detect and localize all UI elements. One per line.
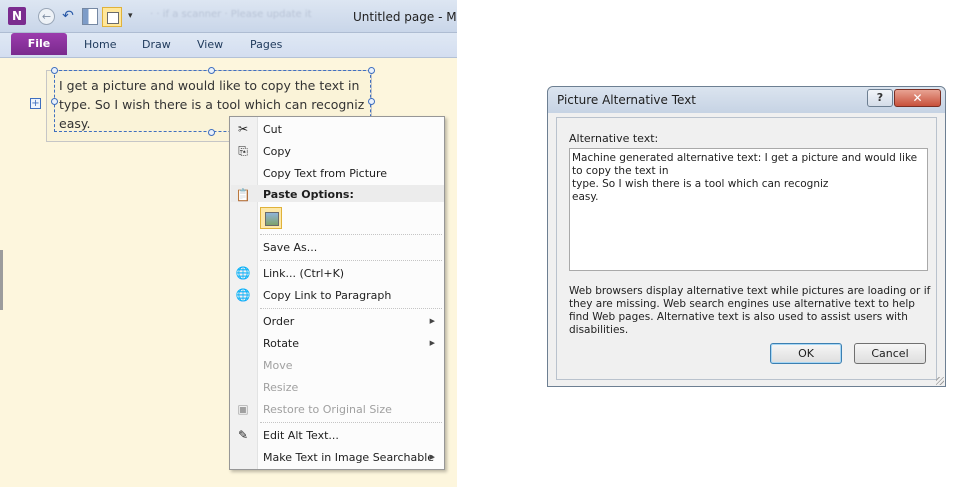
alternative-text-field[interactable]: Machine generated alternative text: I ge… xyxy=(569,148,928,271)
paste-keep-picture-icon[interactable] xyxy=(260,207,282,229)
tab-file[interactable]: File xyxy=(11,33,67,55)
resize-grip-icon[interactable] xyxy=(936,377,944,385)
cut-icon: ✂ xyxy=(237,122,249,136)
title-bar: N ← ↶ ▾ · · if a scanner · Please update… xyxy=(0,0,457,33)
menu-item-copy-link-to-paragraph[interactable]: Copy Link to Paragraph xyxy=(263,289,391,302)
menu-separator xyxy=(260,260,442,261)
dock-to-desktop-icon[interactable] xyxy=(82,8,98,25)
tab-draw[interactable]: Draw xyxy=(142,38,171,51)
picture-alt-text-dialog: Picture Alternative Text ? ✕ Alternative… xyxy=(547,86,946,387)
resize-handle-bottom[interactable] xyxy=(208,129,215,136)
copy-link-icon: 🌐 xyxy=(235,288,251,302)
link-icon: 🌐 xyxy=(235,266,251,280)
window-left-edge xyxy=(0,250,3,310)
restore-size-icon: ▣ xyxy=(237,402,249,416)
menu-item-cut[interactable]: Cut xyxy=(263,123,282,136)
help-button[interactable]: ? xyxy=(867,89,893,107)
resize-handle-top[interactable] xyxy=(208,67,215,74)
cancel-button[interactable]: Cancel xyxy=(854,343,926,364)
context-menu: ✂ Cut ⎘ Copy Copy Text from Picture 📋 Pa… xyxy=(229,116,445,470)
menu-separator xyxy=(260,234,442,235)
menu-separator xyxy=(260,308,442,309)
paste-icon: 📋 xyxy=(235,188,251,202)
menu-item-save-as[interactable]: Save As... xyxy=(263,241,317,254)
submenu-arrow-icon: ▶ xyxy=(429,339,435,347)
ribbon-tabs: File Home Draw View Pages xyxy=(0,33,457,58)
blurred-hint-text: · · if a scanner · Please update it xyxy=(150,9,312,20)
menu-item-restore-original-size: Restore to Original Size xyxy=(263,403,392,416)
onenote-window: N ← ↶ ▾ · · if a scanner · Please update… xyxy=(0,0,457,487)
ok-button[interactable]: OK xyxy=(770,343,842,364)
dialog-body: Alternative text: Machine generated alte… xyxy=(556,117,937,380)
alternative-text-label: Alternative text: xyxy=(569,132,659,145)
paste-options-header: Paste Options: xyxy=(263,188,354,201)
resize-handle-right[interactable] xyxy=(368,98,375,105)
menu-item-resize: Resize xyxy=(263,381,299,394)
dialog-title: Picture Alternative Text xyxy=(557,93,697,107)
copy-icon: ⎘ xyxy=(238,144,248,158)
menu-item-copy[interactable]: Copy xyxy=(263,145,291,158)
resize-handle-left[interactable] xyxy=(51,98,58,105)
tab-home[interactable]: Home xyxy=(84,38,116,51)
close-button[interactable]: ✕ xyxy=(894,89,941,107)
resize-handle-top-left[interactable] xyxy=(51,67,58,74)
menu-item-edit-alt-text[interactable]: Edit Alt Text... xyxy=(263,429,339,442)
tab-pages[interactable]: Pages xyxy=(250,38,282,51)
submenu-arrow-icon: ▶ xyxy=(429,453,435,461)
resize-handle-top-right[interactable] xyxy=(368,67,375,74)
dialog-title-bar[interactable]: Picture Alternative Text ? ✕ xyxy=(548,87,945,113)
menu-item-order[interactable]: Order xyxy=(263,315,294,328)
menu-item-copy-text-from-picture[interactable]: Copy Text from Picture xyxy=(263,167,387,180)
submenu-arrow-icon: ▶ xyxy=(429,317,435,325)
edit-alt-text-icon: ✎ xyxy=(237,428,249,442)
back-button[interactable]: ← xyxy=(38,8,55,25)
tab-view[interactable]: View xyxy=(197,38,223,51)
dialog-help-text: Web browsers display alternative text wh… xyxy=(569,285,931,336)
menu-item-link[interactable]: Link... (Ctrl+K) xyxy=(263,267,344,280)
customize-toolbar-chevron-icon[interactable]: ▾ xyxy=(128,8,138,25)
menu-item-move: Move xyxy=(263,359,293,372)
menu-separator xyxy=(260,422,442,423)
menu-item-make-text-searchable[interactable]: Make Text in Image Searchable xyxy=(263,451,434,464)
window-title: Untitled page - Mic xyxy=(353,10,457,24)
menu-item-rotate[interactable]: Rotate xyxy=(263,337,299,350)
onenote-app-icon[interactable]: N xyxy=(8,7,26,25)
full-page-view-icon[interactable] xyxy=(102,7,122,27)
undo-icon[interactable]: ↶ xyxy=(60,8,76,25)
move-container-icon[interactable]: + xyxy=(30,98,41,109)
